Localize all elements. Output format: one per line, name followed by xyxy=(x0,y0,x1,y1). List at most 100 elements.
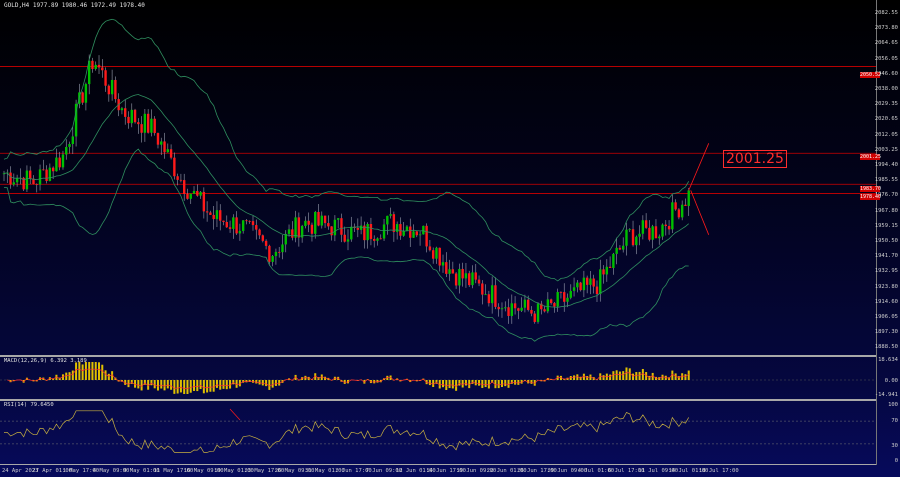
macd-bar xyxy=(641,368,644,380)
price-tick: 2020.65 xyxy=(874,116,898,123)
price-tick: 1941.70 xyxy=(874,253,898,260)
macd-bar xyxy=(183,380,186,394)
rsi-pane-divider[interactable] xyxy=(0,399,876,401)
candle-body xyxy=(307,220,310,225)
macd-bar xyxy=(274,380,277,386)
price-tick: 2064.65 xyxy=(874,40,898,47)
macd-bar xyxy=(209,380,212,392)
candle-body xyxy=(648,227,651,240)
macd-title: MACD(12,26,9) 6.392 3.189 xyxy=(4,358,87,364)
candle-body xyxy=(268,245,271,262)
candle-body xyxy=(104,70,107,86)
price-tick: 1994.40 xyxy=(874,162,898,168)
candle-body xyxy=(635,236,638,246)
macd-bar xyxy=(65,372,68,380)
candle-body xyxy=(45,169,48,181)
candle-body xyxy=(435,247,438,259)
candle-body xyxy=(687,190,690,206)
candle-body xyxy=(477,279,481,284)
candle-body xyxy=(274,251,278,257)
candle-body xyxy=(582,277,586,291)
candle-body xyxy=(297,217,301,238)
macd-bar xyxy=(81,364,84,380)
candle-body xyxy=(415,231,418,236)
chart-window[interactable]: GOLD,H4 1977.89 1980.46 1972.49 1978.40 … xyxy=(0,0,900,477)
candle-body xyxy=(281,244,284,253)
candle-body xyxy=(261,235,265,241)
rsi-title: RSI(14) 79.6450 xyxy=(4,402,54,408)
macd-bar xyxy=(428,380,431,386)
candle-body xyxy=(91,60,94,70)
candle-body xyxy=(65,146,68,155)
candle-body xyxy=(671,202,674,230)
candle-body xyxy=(376,238,379,241)
candle-body xyxy=(215,210,219,220)
macd-bar xyxy=(219,380,222,390)
candle-body xyxy=(677,209,681,218)
candle-body xyxy=(294,217,297,238)
candle-body xyxy=(484,294,487,296)
rsi-axis-100: 100 xyxy=(888,402,898,408)
macd-bar xyxy=(68,372,71,380)
price-chart[interactable] xyxy=(0,0,900,477)
price-tick: 1914.60 xyxy=(874,298,898,305)
candle-body xyxy=(425,225,428,247)
candle-body xyxy=(405,226,409,231)
macd-bar xyxy=(156,380,159,391)
macd-bar xyxy=(91,362,94,380)
candle-body xyxy=(107,85,111,95)
candle-body xyxy=(445,262,448,274)
candle-body xyxy=(510,303,514,316)
candle-body xyxy=(238,230,242,234)
macd-bar xyxy=(160,380,163,389)
candle-body xyxy=(196,190,199,196)
level-label: 2001.25 xyxy=(860,154,882,160)
candle-body xyxy=(546,299,550,312)
price-tick: 2082.55 xyxy=(874,10,898,16)
macd-bar xyxy=(225,380,228,390)
candle-body xyxy=(458,268,461,286)
candle-body xyxy=(94,64,97,70)
candle-body xyxy=(340,218,343,235)
candle-body xyxy=(182,180,186,194)
candle-body xyxy=(336,218,340,220)
macd-bar xyxy=(514,380,517,385)
candle-body xyxy=(153,118,156,134)
bollinger-lower xyxy=(3,148,689,342)
candle-body xyxy=(169,149,173,158)
macd-pane-divider[interactable] xyxy=(0,355,876,357)
candle-body xyxy=(81,92,84,103)
candle-body xyxy=(667,225,671,230)
rsi-line xyxy=(3,410,690,453)
candle-body xyxy=(490,285,494,304)
candle-body xyxy=(592,278,595,287)
candle-body xyxy=(563,292,566,302)
price-tick: 1888.50 xyxy=(874,344,898,351)
candle-body xyxy=(448,269,451,274)
candle-body xyxy=(29,170,32,179)
candle-body xyxy=(304,220,307,226)
macd-bar xyxy=(271,380,274,388)
candle-body xyxy=(605,266,609,275)
macd-bar xyxy=(206,380,209,393)
macd-bar xyxy=(638,371,641,380)
candle-body xyxy=(192,190,196,194)
price-tick: 1923.80 xyxy=(874,283,898,290)
candle-body xyxy=(255,225,258,230)
candle-body xyxy=(58,157,61,168)
candle-body xyxy=(241,220,245,231)
candle-body xyxy=(127,116,130,124)
candle-body xyxy=(124,108,127,117)
candle-body xyxy=(487,294,491,304)
candle-body xyxy=(330,226,333,236)
candle-body xyxy=(258,229,261,236)
candle-body xyxy=(412,231,415,238)
candle-body xyxy=(543,309,546,312)
macd-bar xyxy=(153,380,156,389)
candle-body xyxy=(566,297,569,302)
candle-body xyxy=(664,224,667,226)
candle-body xyxy=(523,299,527,308)
macd-bar xyxy=(222,380,225,389)
price-tick: 2012.05 xyxy=(874,131,898,138)
macd-bar xyxy=(150,380,153,386)
